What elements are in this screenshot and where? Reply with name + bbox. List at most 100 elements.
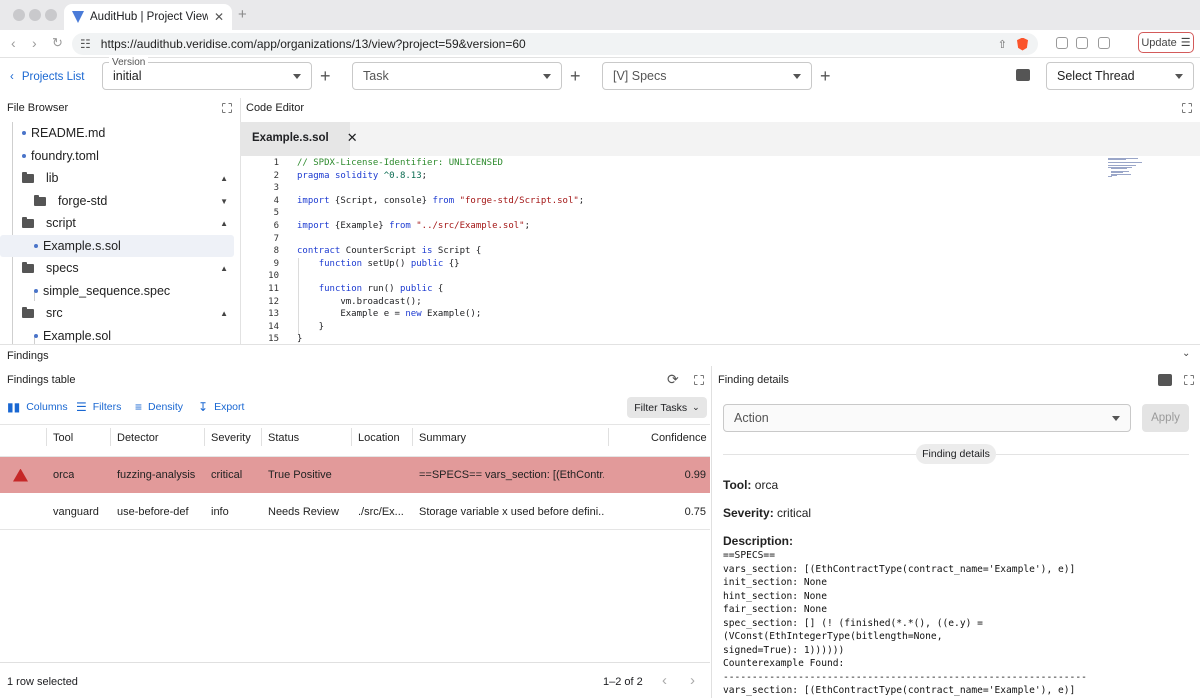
back-icon[interactable]: ‹ xyxy=(11,35,16,51)
action-placeholder: Action xyxy=(734,411,769,425)
table-footer: 1 row selected 1–2 of 2 ‹ › xyxy=(0,662,710,698)
add-version-button[interactable]: + xyxy=(320,66,331,87)
tree-file-example-sol[interactable]: Example.sol xyxy=(0,325,240,344)
close-icon[interactable]: ✕ xyxy=(347,130,358,146)
forward-icon[interactable]: › xyxy=(32,35,37,51)
col-header-status[interactable]: Status xyxy=(268,428,299,448)
findings-section-bar[interactable]: Findings ⌄ xyxy=(0,344,1200,366)
next-page-icon[interactable]: › xyxy=(690,672,695,689)
projects-list-link[interactable]: ‹ Projects List xyxy=(10,71,84,83)
col-header-summary[interactable]: Summary xyxy=(419,428,466,448)
thread-select[interactable]: Select Thread xyxy=(1046,62,1194,90)
browser-update-button[interactable]: Update ☰ xyxy=(1138,32,1194,53)
url-text: https://audithub.veridise.com/app/organi… xyxy=(100,37,526,51)
column-separator[interactable] xyxy=(110,428,111,446)
expand-icon[interactable] xyxy=(1182,103,1192,113)
tree-folder-specs[interactable]: specs ▲ xyxy=(0,257,240,279)
code-line: 9 function setUp() public {} xyxy=(240,258,1060,271)
task-select[interactable]: Task xyxy=(352,62,562,90)
add-task-button[interactable]: + xyxy=(570,66,581,87)
share-icon[interactable]: ⇧ xyxy=(998,38,1007,51)
tree-item-label: specs xyxy=(46,261,79,275)
address-bar-row: ‹ › ↻ ☷ https://audithub.veridise.com/ap… xyxy=(0,30,1200,79)
sidebar-icon[interactable] xyxy=(1076,37,1088,49)
column-separator[interactable] xyxy=(412,428,413,446)
tree-folder-script[interactable]: script ▲ xyxy=(0,212,240,234)
column-separator[interactable] xyxy=(204,428,205,446)
column-separator[interactable] xyxy=(261,428,262,446)
table-row[interactable]: vanguard use-before-def info Needs Revie… xyxy=(0,494,710,530)
expand-icon[interactable] xyxy=(222,103,232,113)
code-text: } xyxy=(297,334,303,344)
cell-summary: Storage variable x used before defini... xyxy=(419,506,604,518)
column-separator[interactable] xyxy=(608,428,609,446)
tree-file-foundry[interactable]: foundry.toml xyxy=(0,145,240,167)
browser-tab[interactable]: AuditHub | Project Viewer ✕ xyxy=(64,4,232,30)
wallet-icon[interactable] xyxy=(1098,37,1110,49)
line-number: 6 xyxy=(273,221,279,231)
reload-icon[interactable]: ↻ xyxy=(52,35,63,51)
chevron-down-icon[interactable]: ⌄ xyxy=(1182,348,1190,359)
tree-folder-lib[interactable]: lib ▲ xyxy=(0,167,240,189)
filters-button[interactable]: ☰ Filters xyxy=(76,400,121,414)
window-minimize-dot[interactable] xyxy=(29,9,41,21)
tree-file-simple-sequence[interactable]: simple_sequence.spec xyxy=(0,280,240,302)
tree-file-example-s-sol[interactable]: Example.s.sol xyxy=(0,235,234,257)
export-button[interactable]: ↧ Export xyxy=(198,400,244,414)
version-value: initial xyxy=(113,69,142,83)
col-header-tool[interactable]: Tool xyxy=(53,428,73,448)
tree-file-readme[interactable]: README.md xyxy=(0,122,240,144)
minimap-stroke xyxy=(1108,164,1136,166)
line-number: 15 xyxy=(268,334,279,344)
specs-select[interactable]: [V] Specs xyxy=(602,62,812,90)
url-field[interactable]: ☷ https://audithub.veridise.com/app/orga… xyxy=(72,33,1038,55)
add-spec-button[interactable]: + xyxy=(820,66,831,87)
line-number: 2 xyxy=(273,170,279,181)
expand-icon[interactable] xyxy=(1184,375,1194,385)
code-text: import {Script, console} from "forge-std… xyxy=(297,195,585,206)
tab-close-icon[interactable]: ✕ xyxy=(214,10,224,24)
filter-tasks-label: Filter Tasks xyxy=(634,401,688,414)
table-row[interactable]: orca fuzzing-analysis critical True Posi… xyxy=(0,457,710,493)
col-header-detector[interactable]: Detector xyxy=(117,428,159,448)
filters-label: Filters xyxy=(92,401,122,413)
comments-icon[interactable] xyxy=(1158,374,1172,386)
column-separator[interactable] xyxy=(351,428,352,446)
window-close-dot[interactable] xyxy=(13,9,25,21)
column-separator[interactable] xyxy=(46,428,47,446)
code-minimap[interactable] xyxy=(1108,158,1152,178)
file-dot-icon xyxy=(22,154,26,158)
file-dot-icon xyxy=(34,334,38,338)
site-settings-icon[interactable]: ☷ xyxy=(80,37,91,51)
density-button[interactable]: ≡ Density xyxy=(135,400,183,414)
expand-icon[interactable] xyxy=(694,375,704,385)
action-select[interactable]: Action xyxy=(723,404,1131,432)
tree-folder-forge-std[interactable]: forge-std ▼ xyxy=(0,190,240,212)
filter-tasks-button[interactable]: Filter Tasks ⌄ xyxy=(627,397,707,418)
brave-shield-icon[interactable] xyxy=(1017,37,1028,51)
columns-button[interactable]: ▮▮ Columns xyxy=(7,400,68,414)
code-view[interactable]: 1 // SPDX-License-Identifier: UNLICENSED 2… xyxy=(240,156,1200,344)
col-header-location[interactable]: Location xyxy=(358,428,400,448)
density-label: Density xyxy=(148,401,184,413)
col-header-severity[interactable]: Severity xyxy=(211,428,251,448)
prev-page-icon[interactable]: ‹ xyxy=(662,672,667,689)
code-text: function run() public { xyxy=(318,284,444,294)
cell-tool: orca xyxy=(53,469,75,481)
line-number: 13 xyxy=(268,309,279,320)
window-zoom-dot[interactable] xyxy=(45,9,57,21)
findings-table-panel: Findings table ⟳ ▮▮ Columns ☰ Filters ≡ Den… xyxy=(0,366,710,698)
apply-button[interactable]: Apply xyxy=(1142,404,1189,432)
new-tab-button[interactable]: + xyxy=(238,6,247,23)
col-header-confidence[interactable]: Confidence xyxy=(651,428,707,448)
history-icon[interactable]: ⟳ xyxy=(667,371,679,388)
tree-folder-src[interactable]: src ▲ xyxy=(0,302,240,324)
comments-icon[interactable] xyxy=(1016,69,1030,81)
code-editor-title: Code Editor xyxy=(246,102,305,114)
tab-title: AuditHub | Project Viewer xyxy=(90,11,208,23)
extensions-icon[interactable] xyxy=(1056,37,1068,49)
file-dot-icon xyxy=(34,244,38,248)
projects-list-label: Projects List xyxy=(21,71,85,83)
editor-tab-example-s-sol[interactable]: Example.s.sol ✕ xyxy=(240,122,358,156)
folder-icon xyxy=(22,216,34,228)
